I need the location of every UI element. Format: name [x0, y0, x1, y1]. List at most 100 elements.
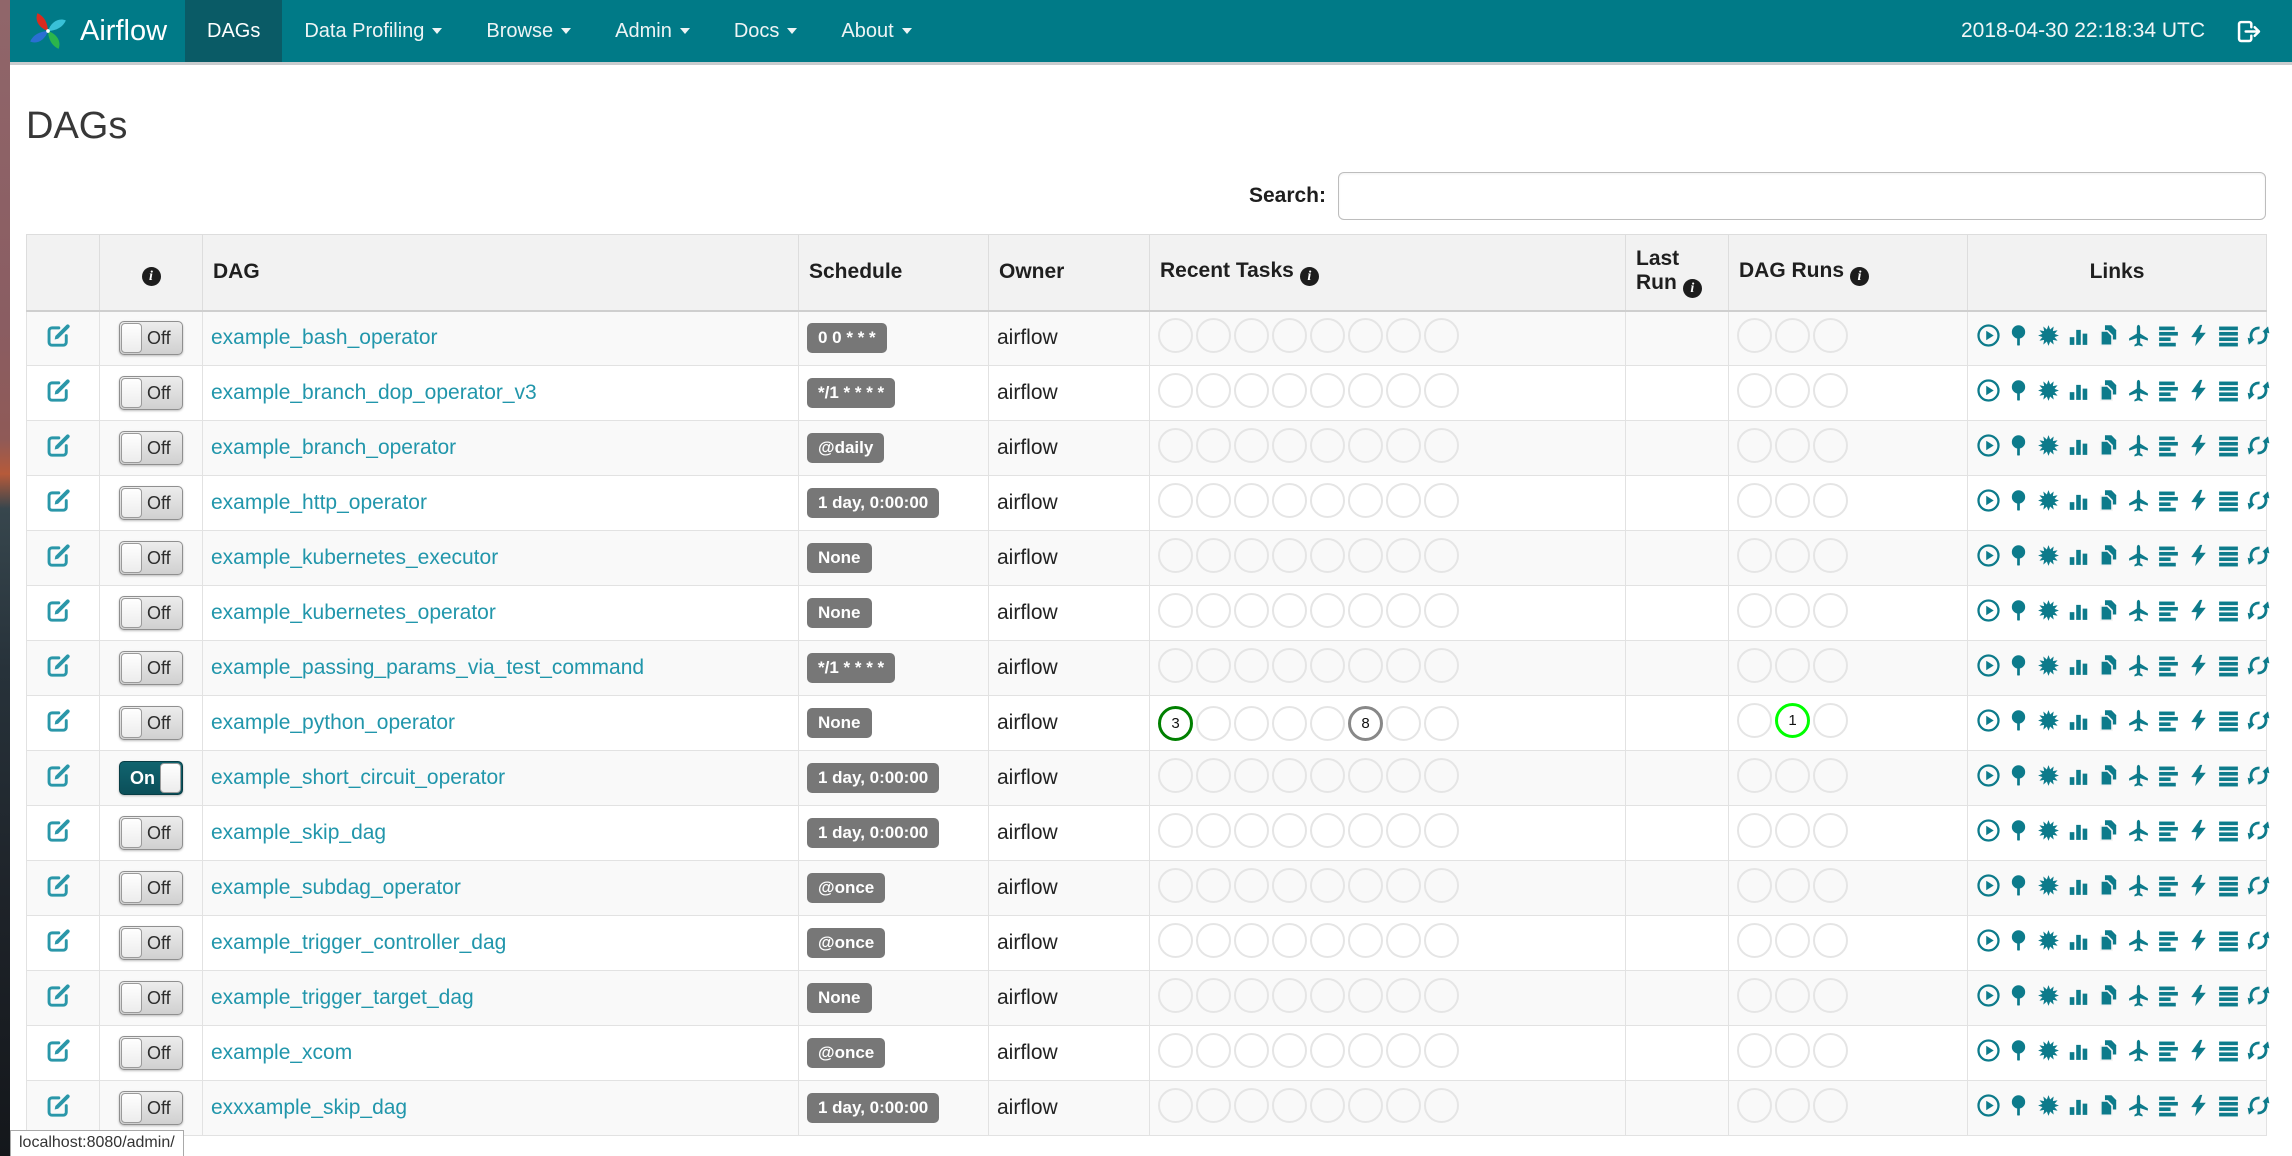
- refresh-icon[interactable]: [2246, 708, 2271, 733]
- lightning-icon[interactable]: [2186, 818, 2211, 843]
- dag-link[interactable]: example_http_operator: [211, 491, 427, 514]
- dag-pause-toggle[interactable]: Off: [119, 706, 183, 740]
- dag-pause-toggle[interactable]: Off: [119, 981, 183, 1015]
- bar-chart-icon[interactable]: [2066, 378, 2091, 403]
- plane-icon[interactable]: [2126, 323, 2151, 348]
- play-circle-icon[interactable]: [1976, 543, 2001, 568]
- sunburst-icon[interactable]: [2036, 928, 2061, 953]
- dag-link[interactable]: example_branch_operator: [211, 436, 456, 459]
- refresh-icon[interactable]: [2246, 983, 2271, 1008]
- schedule-badge[interactable]: None: [807, 708, 872, 738]
- dag-pause-toggle[interactable]: Off: [119, 651, 183, 685]
- schedule-badge[interactable]: None: [807, 983, 872, 1013]
- tree-icon[interactable]: [2006, 323, 2031, 348]
- plane-icon[interactable]: [2126, 1038, 2151, 1063]
- bar-chart-icon[interactable]: [2066, 818, 2091, 843]
- gantt-icon[interactable]: [2156, 708, 2181, 733]
- copy-icon[interactable]: [2096, 1093, 2121, 1118]
- list-icon[interactable]: [2216, 488, 2241, 513]
- gantt-icon[interactable]: [2156, 928, 2181, 953]
- dag-pause-toggle[interactable]: Off: [119, 1036, 183, 1070]
- copy-icon[interactable]: [2096, 543, 2121, 568]
- play-circle-icon[interactable]: [1976, 378, 2001, 403]
- copy-icon[interactable]: [2096, 928, 2121, 953]
- lightning-icon[interactable]: [2186, 598, 2211, 623]
- gantt-icon[interactable]: [2156, 543, 2181, 568]
- tree-icon[interactable]: [2006, 488, 2031, 513]
- plane-icon[interactable]: [2126, 763, 2151, 788]
- lightning-icon[interactable]: [2186, 488, 2211, 513]
- refresh-icon[interactable]: [2246, 323, 2271, 348]
- tree-icon[interactable]: [2006, 433, 2031, 458]
- bar-chart-icon[interactable]: [2066, 763, 2091, 788]
- header-owner[interactable]: Owner: [988, 234, 1150, 312]
- edit-dag-button[interactable]: [45, 322, 72, 349]
- bar-chart-icon[interactable]: [2066, 928, 2091, 953]
- edit-dag-button[interactable]: [45, 982, 72, 1009]
- copy-icon[interactable]: [2096, 818, 2121, 843]
- lightning-icon[interactable]: [2186, 323, 2211, 348]
- bar-chart-icon[interactable]: [2066, 433, 2091, 458]
- dag-link[interactable]: example_trigger_controller_dag: [211, 931, 506, 954]
- lightning-icon[interactable]: [2186, 1093, 2211, 1118]
- info-icon[interactable]: i: [141, 267, 161, 286]
- edit-dag-button[interactable]: [45, 1092, 72, 1119]
- dag-pause-toggle[interactable]: Off: [119, 541, 183, 575]
- play-circle-icon[interactable]: [1976, 763, 2001, 788]
- dag-link[interactable]: example_skip_dag: [211, 821, 386, 844]
- edit-dag-button[interactable]: [45, 652, 72, 679]
- tree-icon[interactable]: [2006, 818, 2031, 843]
- plane-icon[interactable]: [2126, 378, 2151, 403]
- refresh-icon[interactable]: [2246, 598, 2271, 623]
- play-circle-icon[interactable]: [1976, 873, 2001, 898]
- lightning-icon[interactable]: [2186, 873, 2211, 898]
- gantt-icon[interactable]: [2156, 433, 2181, 458]
- play-circle-icon[interactable]: [1976, 598, 2001, 623]
- refresh-icon[interactable]: [2246, 543, 2271, 568]
- list-icon[interactable]: [2216, 323, 2241, 348]
- plane-icon[interactable]: [2126, 488, 2151, 513]
- schedule-badge[interactable]: None: [807, 598, 872, 628]
- header-last-run[interactable]: Last Run i: [1625, 234, 1729, 312]
- edit-dag-button[interactable]: [45, 542, 72, 569]
- dag-link[interactable]: exxxample_skip_dag: [211, 1096, 407, 1119]
- bar-chart-icon[interactable]: [2066, 708, 2091, 733]
- sunburst-icon[interactable]: [2036, 763, 2061, 788]
- bar-chart-icon[interactable]: [2066, 1038, 2091, 1063]
- plane-icon[interactable]: [2126, 983, 2151, 1008]
- play-circle-icon[interactable]: [1976, 1038, 2001, 1063]
- tree-icon[interactable]: [2006, 1093, 2031, 1118]
- tree-icon[interactable]: [2006, 928, 2031, 953]
- header-schedule[interactable]: Schedule: [798, 234, 989, 312]
- list-icon[interactable]: [2216, 378, 2241, 403]
- list-icon[interactable]: [2216, 543, 2241, 568]
- dag-pause-toggle[interactable]: Off: [119, 926, 183, 960]
- gantt-icon[interactable]: [2156, 818, 2181, 843]
- play-circle-icon[interactable]: [1976, 433, 2001, 458]
- gantt-icon[interactable]: [2156, 1038, 2181, 1063]
- plane-icon[interactable]: [2126, 873, 2151, 898]
- copy-icon[interactable]: [2096, 378, 2121, 403]
- dag-pause-toggle[interactable]: Off: [119, 486, 183, 520]
- dag-link[interactable]: example_bash_operator: [211, 326, 438, 349]
- copy-icon[interactable]: [2096, 983, 2121, 1008]
- info-icon[interactable]: i: [1682, 279, 1702, 298]
- copy-icon[interactable]: [2096, 433, 2121, 458]
- edit-dag-button[interactable]: [45, 1037, 72, 1064]
- tree-icon[interactable]: [2006, 598, 2031, 623]
- header-dag-runs[interactable]: DAG Runs i: [1728, 234, 1968, 312]
- list-icon[interactable]: [2216, 653, 2241, 678]
- schedule-badge[interactable]: 0 0 * * *: [807, 323, 887, 354]
- gantt-icon[interactable]: [2156, 598, 2181, 623]
- schedule-badge[interactable]: 1 day, 0:00:00: [807, 488, 940, 518]
- copy-icon[interactable]: [2096, 598, 2121, 623]
- gantt-icon[interactable]: [2156, 763, 2181, 788]
- copy-icon[interactable]: [2096, 708, 2121, 733]
- dag-link[interactable]: example_subdag_operator: [211, 876, 461, 899]
- copy-icon[interactable]: [2096, 488, 2121, 513]
- copy-icon[interactable]: [2096, 763, 2121, 788]
- schedule-badge[interactable]: 1 day, 0:00:00: [807, 818, 940, 848]
- nav-item-docs[interactable]: Docs: [712, 0, 820, 62]
- gantt-icon[interactable]: [2156, 488, 2181, 513]
- schedule-badge[interactable]: None: [807, 543, 872, 573]
